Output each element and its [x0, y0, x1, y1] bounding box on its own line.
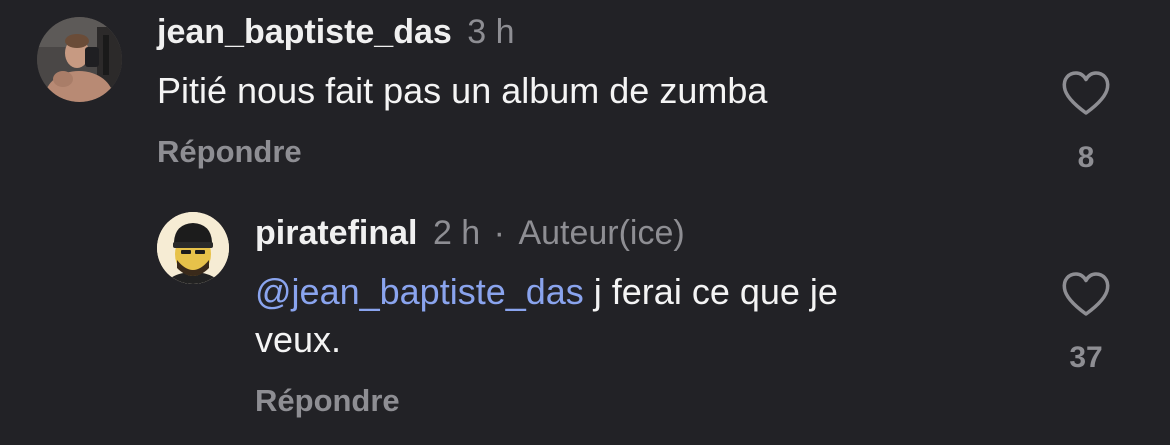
avatar-jean-baptiste-das[interactable]	[37, 17, 122, 102]
comment-top-level: jean_baptiste_das 3 h Pitié nous fait pa…	[0, 0, 1170, 200]
heart-outline-icon	[1062, 272, 1110, 316]
username[interactable]: piratefinal	[255, 214, 417, 252]
comment-reply: piratefinal 2 h · Auteur(ice) @jean_bapt…	[0, 200, 1170, 445]
like-button[interactable]	[1060, 270, 1112, 318]
reply-button[interactable]: Répondre	[157, 132, 302, 172]
comment-header: jean_baptiste_das 3 h	[157, 12, 515, 52]
username[interactable]: jean_baptiste_das	[157, 13, 452, 51]
comment-header: piratefinal 2 h · Auteur(ice)	[255, 213, 685, 253]
separator: ·	[493, 214, 505, 252]
avatar-piratefinal[interactable]	[157, 212, 229, 284]
reply-button[interactable]: Répondre	[255, 381, 400, 421]
comment-text-part: veux.	[255, 319, 342, 360]
heart-outline-icon	[1062, 71, 1110, 115]
timestamp: 3 h	[467, 13, 515, 51]
timestamp: 2 h	[432, 214, 481, 252]
author-badge: Auteur(ice)	[518, 214, 685, 252]
comment-text: @jean_baptiste_das j ferai ce que je veu…	[255, 268, 1035, 364]
like-count: 8	[1077, 141, 1095, 174]
comment-text-part: j ferai ce que je	[583, 271, 838, 312]
like-count: 37	[1069, 341, 1103, 374]
mention-link[interactable]: @jean_baptiste_das	[255, 271, 584, 312]
comment-text: Pitié nous fait pas un album de zumba	[157, 70, 768, 111]
avatar-photo	[37, 17, 122, 102]
like-button[interactable]	[1060, 69, 1112, 117]
avatar-cartoon	[157, 212, 229, 284]
